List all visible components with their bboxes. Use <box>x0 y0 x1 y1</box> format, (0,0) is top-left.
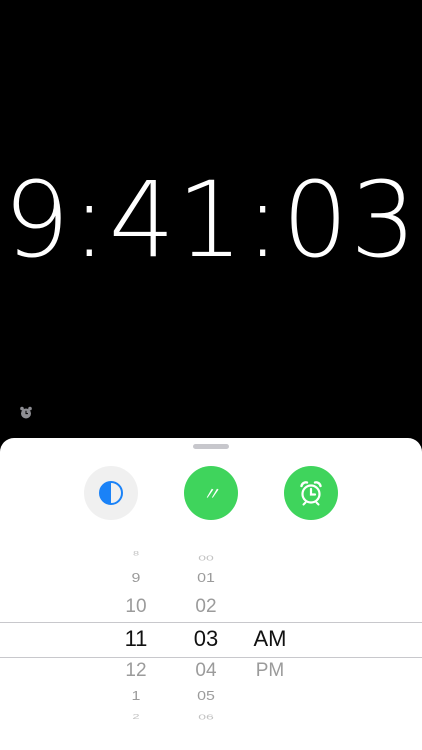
sheet-grabber[interactable] <box>193 444 229 449</box>
time-picker[interactable]: 8 9 10 11 12 1 2 00 01 02 03 04 05 06 AM… <box>0 538 422 750</box>
theme-toggle-button[interactable] <box>84 466 138 520</box>
minute-option[interactable]: 02 <box>176 596 236 618</box>
controls-sheet: 〃 8 9 10 11 12 1 2 00 01 02 03 04 05 06 … <box>0 438 422 750</box>
dim-mode-label: 〃 <box>202 484 220 504</box>
half-circle-icon <box>99 481 123 505</box>
minute-option[interactable]: 04 <box>176 660 236 682</box>
hour-option[interactable]: 2 <box>106 712 166 720</box>
hour-option[interactable]: 9 <box>106 572 166 586</box>
hour-option[interactable]: 8 <box>106 551 166 558</box>
ampm-option[interactable]: PM <box>240 660 300 682</box>
ampm-option-selected[interactable]: AM <box>240 626 300 652</box>
hour-option[interactable]: 1 <box>106 690 166 704</box>
alarm-indicator-icon <box>20 406 32 419</box>
minute-option[interactable]: 01 <box>176 572 236 586</box>
hour-option-selected[interactable]: 11 <box>106 626 166 652</box>
dim-mode-button[interactable]: 〃 <box>184 466 238 520</box>
minute-option[interactable]: 05 <box>176 690 236 704</box>
alarm-button[interactable] <box>284 466 338 520</box>
hour-option[interactable]: 10 <box>106 596 166 618</box>
alarm-clock-icon <box>300 481 322 506</box>
clock-display: 9:41:03 <box>3 159 419 281</box>
hour-option[interactable]: 12 <box>106 660 166 682</box>
minute-option[interactable]: 00 <box>176 554 236 563</box>
minute-option-selected[interactable]: 03 <box>176 626 236 652</box>
minute-option[interactable]: 06 <box>176 713 236 722</box>
